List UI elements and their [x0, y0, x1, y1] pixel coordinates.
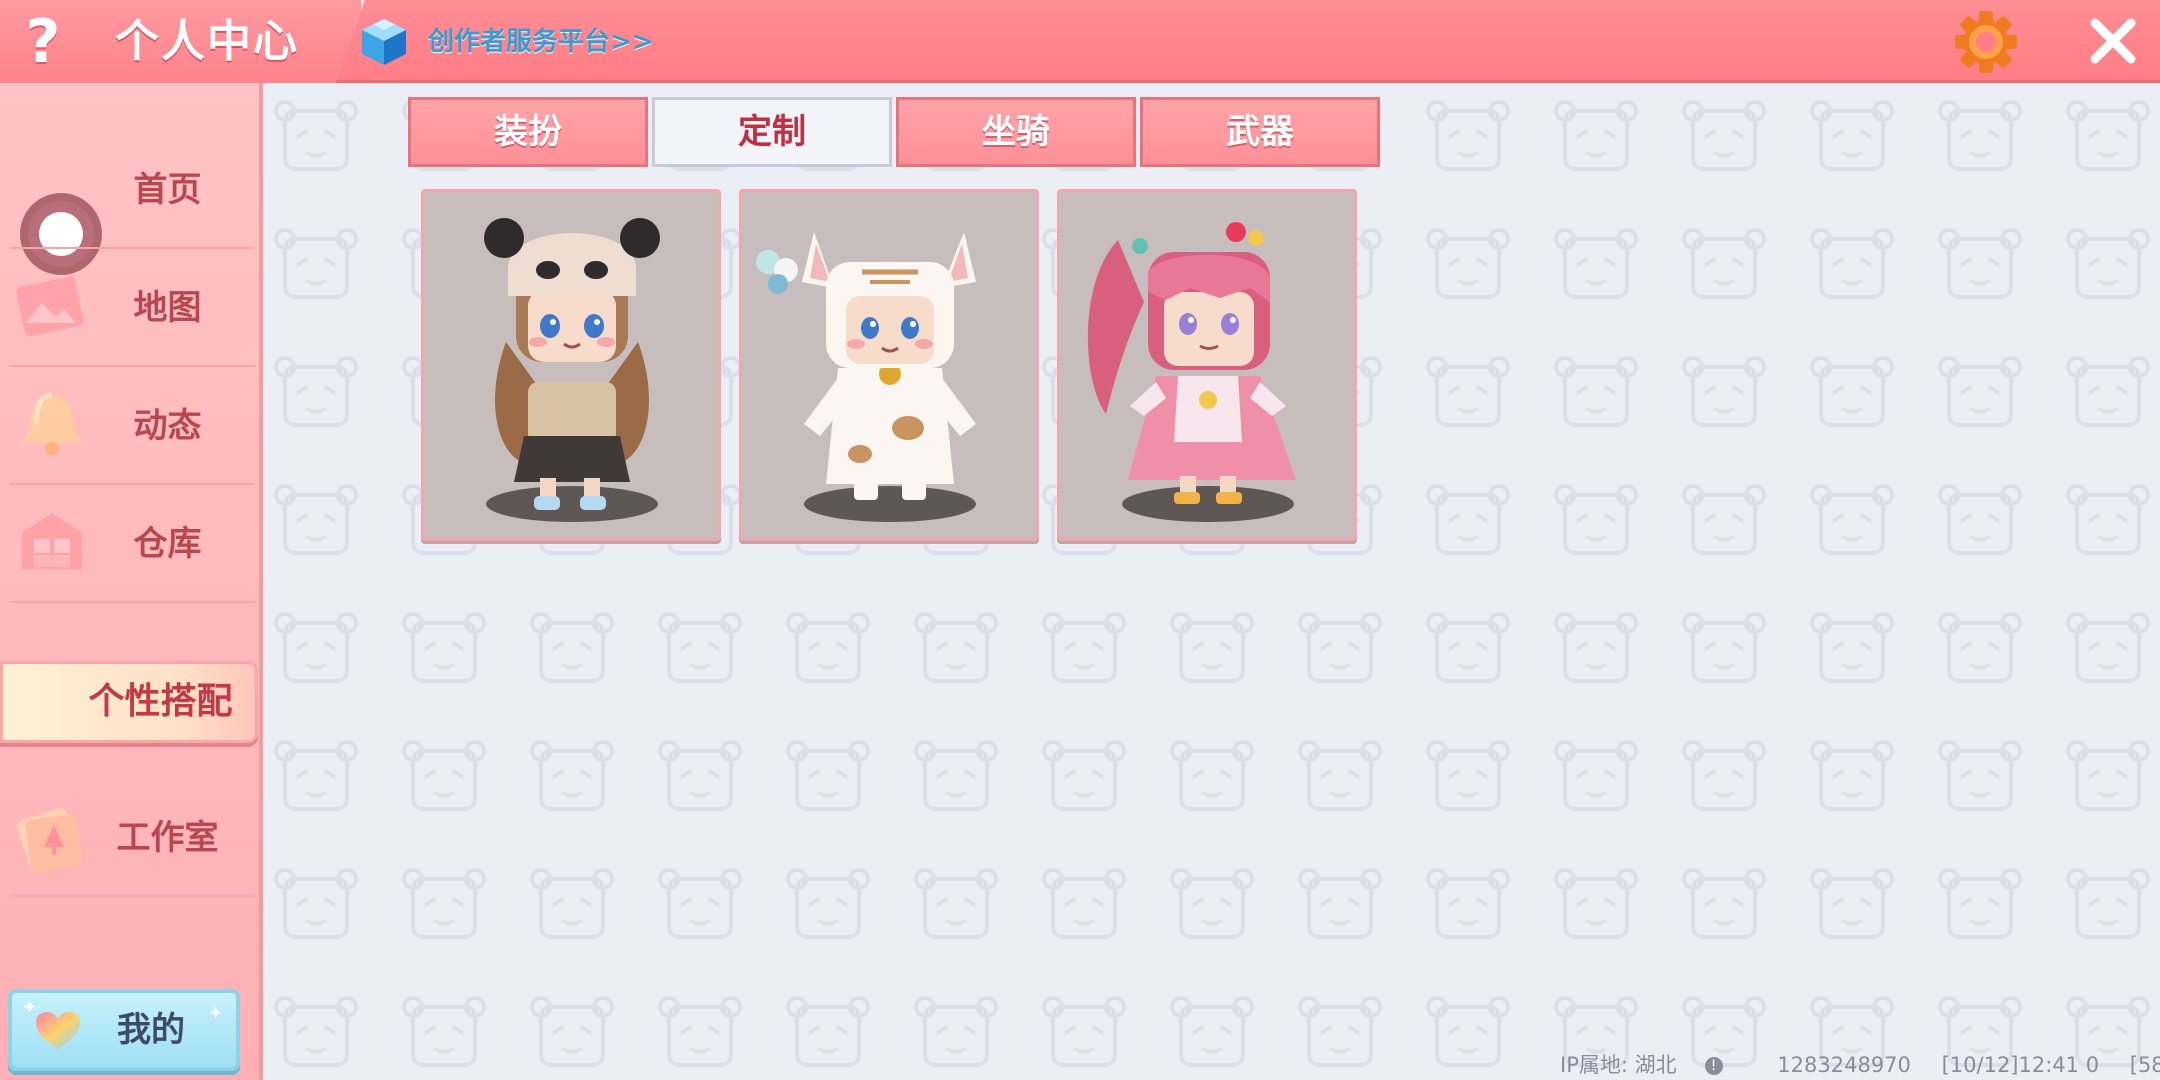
category-tabs: 装扮 定制 坐骑 武器 [408, 97, 1380, 167]
sidebar-item-label: 动态 [133, 406, 202, 446]
creator-link-label[interactable]: 创作者服务平台>> [428, 14, 654, 70]
sidebar-item-label: 仓库 [133, 524, 202, 564]
main-content: 装扮 定制 坐骑 武器 [263, 83, 2160, 1080]
sidebar-item-map[interactable]: 地图 [10, 249, 255, 367]
sidebar-item-label: 工作室 [116, 818, 219, 858]
sidebar-item-label: 首页 [133, 170, 202, 210]
page-title: 个人中心 [115, 16, 299, 67]
pink-ponytail-idol-image [1087, 222, 1296, 522]
ip-location: IP属地: 湖北! [1560, 1053, 1747, 1077]
tab-dress-up[interactable]: 装扮 [408, 97, 648, 167]
my-profile-button[interactable]: 我的 ✦ ✦ [8, 989, 240, 1071]
lucky-cat-costume-image [756, 232, 976, 522]
my-profile-label: 我的 [117, 1010, 185, 1050]
sparkle-icon: ✦ [22, 997, 38, 1018]
tab-mount[interactable]: 坐骑 [896, 97, 1136, 167]
tab-weapon[interactable]: 武器 [1140, 97, 1380, 167]
sparkle-icon: ✦ [208, 1003, 224, 1024]
outfit-card-panda-girl[interactable] [421, 189, 721, 541]
help-icon[interactable]: ? [18, 10, 68, 74]
outfit-cards [421, 189, 1357, 541]
sidebar: 首页 地图 动态 仓库 个性搭配 工作室 我的 ✦ ✦ [0, 83, 263, 1080]
status-footer: IP属地: 湖北! 1283248970 [10/12]12:41 0 [58]… [1560, 1052, 2160, 1078]
timestamp: [10/12]12:41 0 [1941, 1053, 2100, 1077]
sidebar-item-studio[interactable]: 工作室 [10, 779, 255, 897]
version: [58]1.19.5 [2129, 1053, 2160, 1077]
info-icon[interactable]: ! [1704, 1057, 1723, 1075]
creator-platform-link[interactable]: 创作者服务平台>> [358, 14, 654, 70]
heart-icon [36, 1012, 80, 1049]
cube-icon [362, 19, 406, 65]
panda-hat-girl-image [484, 218, 660, 522]
sidebar-item-home[interactable]: 首页 [10, 131, 255, 249]
sidebar-item-warehouse[interactable]: 仓库 [10, 485, 255, 603]
user-id: 1283248970 [1777, 1053, 1911, 1077]
outfit-card-lucky-cat[interactable] [739, 189, 1039, 541]
sidebar-item-outfit[interactable]: 个性搭配 [0, 661, 258, 743]
sidebar-item-label: 个性搭配 [88, 681, 233, 722]
sidebar-item-feed[interactable]: 动态 [10, 367, 255, 485]
top-bar: ? 个人中心 创作者服务平台>> [0, 0, 2160, 83]
close-icon[interactable] [2085, 13, 2141, 69]
tab-custom[interactable]: 定制 [652, 97, 892, 167]
gear-icon[interactable] [1953, 9, 2019, 75]
outfit-card-pink-idol[interactable] [1057, 189, 1357, 541]
sidebar-item-label: 地图 [133, 288, 202, 328]
